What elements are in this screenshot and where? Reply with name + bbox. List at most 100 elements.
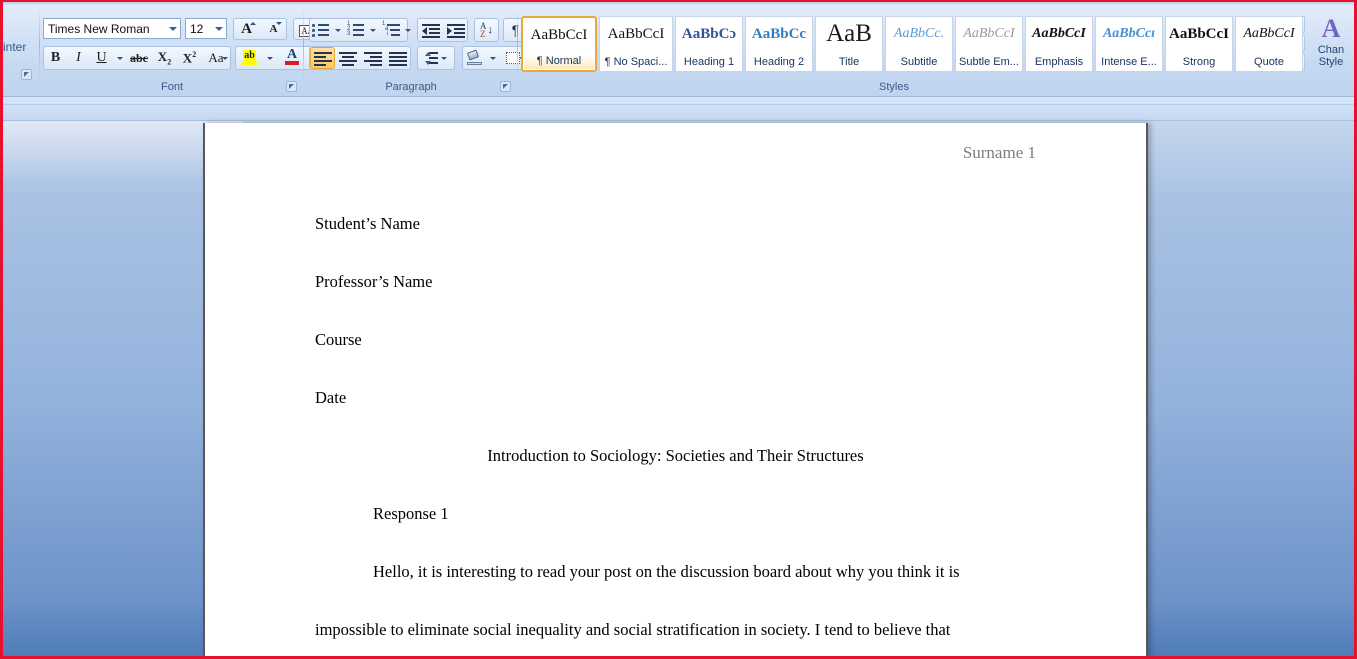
grow-font-button[interactable]: A bbox=[233, 18, 260, 40]
line-spacing-icon bbox=[425, 51, 438, 65]
decrease-indent-button[interactable] bbox=[418, 19, 443, 41]
style-name: Heading 2 bbox=[753, 56, 805, 68]
underline-button[interactable]: U bbox=[90, 47, 113, 69]
paragraph-group: 123 1 a i A Z ↓ ¶ Paragraph bbox=[307, 6, 528, 94]
underline-options-button[interactable] bbox=[113, 47, 126, 69]
chevron-down-icon bbox=[370, 28, 376, 32]
shading-button[interactable] bbox=[463, 47, 487, 69]
multilevel-options-button[interactable] bbox=[402, 19, 414, 41]
document-canvas[interactable]: Surname 1 Student’s Name Professor’s Nam… bbox=[3, 97, 1354, 656]
font-name-combo[interactable]: Times New Roman bbox=[43, 18, 181, 39]
style-item-heading-1[interactable]: AaBbCɔ Heading 1 bbox=[675, 16, 743, 72]
style-item-subtitle[interactable]: AaBbCc. Subtitle bbox=[885, 16, 953, 72]
text-highlight-color-button[interactable]: ab bbox=[236, 47, 263, 69]
multilevel-list-icon: 1 a i bbox=[382, 21, 400, 37]
change-case-button[interactable]: Aa bbox=[202, 47, 230, 69]
doc-line-professor-name: Professor’s Name bbox=[315, 272, 433, 291]
align-center-icon bbox=[338, 51, 357, 66]
font-size-combo[interactable]: 12 bbox=[185, 18, 227, 39]
subscript-button[interactable]: X2 bbox=[152, 47, 177, 69]
style-name: Heading 1 bbox=[683, 56, 735, 68]
style-preview: AaBbCcı bbox=[1102, 26, 1156, 41]
doc-section-heading: Response 1 bbox=[373, 504, 449, 523]
style-item-emphasis[interactable]: AaBbCcI Emphasis bbox=[1025, 16, 1093, 72]
subscript-icon: X2 bbox=[157, 49, 172, 67]
style-preview: AaBbCcI bbox=[607, 25, 665, 42]
style-item-quote[interactable]: AaBbCcI Quote bbox=[1235, 16, 1303, 72]
highlight-color-swatch bbox=[241, 61, 257, 65]
format-painter-label[interactable]: inter bbox=[3, 40, 26, 54]
style-name: ¶ Normal bbox=[536, 55, 582, 67]
increase-indent-button[interactable] bbox=[443, 19, 468, 41]
styles-group: A Chan Style AaBbCcI ¶ Normal AaBbCcI ¶ No … bbox=[521, 6, 1344, 94]
highlighter-icon: ab bbox=[243, 49, 256, 61]
style-name: Strong bbox=[1182, 56, 1216, 68]
shading-options-button[interactable] bbox=[487, 47, 499, 69]
style-item-strong[interactable]: AaBbCcI Strong bbox=[1165, 16, 1233, 72]
align-right-icon bbox=[363, 51, 382, 66]
style-item-subtle-em[interactable]: AaBbCcI Subtle Em... bbox=[955, 16, 1023, 72]
style-preview: AaBbCc bbox=[751, 25, 807, 42]
superscript-icon: X2 bbox=[182, 49, 197, 66]
clipboard-dialog-launcher[interactable] bbox=[21, 69, 32, 80]
style-item-intense-e[interactable]: AaBbCcı Intense E... bbox=[1095, 16, 1163, 72]
italic-icon: I bbox=[76, 50, 81, 65]
document-body[interactable]: Student’s Name Professor’s Name Course D… bbox=[315, 195, 1036, 656]
style-preview: AaB bbox=[826, 21, 872, 47]
highlight-options-button[interactable] bbox=[263, 47, 276, 69]
paragraph-dialog-launcher[interactable] bbox=[500, 81, 511, 92]
strikethrough-icon: abc bbox=[130, 50, 148, 65]
italic-button[interactable]: I bbox=[67, 47, 90, 69]
decrease-indent-icon bbox=[421, 23, 440, 38]
group-separator bbox=[517, 8, 518, 82]
change-styles-icon: A bbox=[1311, 14, 1351, 44]
caret-up-icon bbox=[250, 22, 256, 25]
font-color-button[interactable]: A bbox=[279, 47, 305, 69]
chevron-down-icon bbox=[490, 56, 496, 60]
align-left-button[interactable] bbox=[310, 47, 335, 69]
doc-title: Introduction to Sociology: Societies and… bbox=[487, 446, 864, 465]
change-styles-button[interactable]: A Chan Style bbox=[1311, 14, 1351, 78]
font-dialog-launcher[interactable] bbox=[286, 81, 297, 92]
doc-paragraph-line-2: impossible to eliminate social inequalit… bbox=[315, 620, 951, 639]
numbering-options-button[interactable] bbox=[367, 19, 379, 41]
shrink-font-button[interactable]: A bbox=[260, 18, 287, 40]
style-preview: AaBbCcI bbox=[530, 26, 588, 43]
styles-gallery: A Chan Style AaBbCcI ¶ Normal AaBbCcI ¶ No … bbox=[521, 6, 1344, 78]
paint-bucket-icon bbox=[466, 49, 483, 65]
document-page[interactable]: Surname 1 Student’s Name Professor’s Nam… bbox=[203, 123, 1148, 656]
change-styles-label-line1: Chan bbox=[1317, 44, 1345, 56]
ruler-band bbox=[3, 97, 1354, 121]
style-item-title[interactable]: AaB Title bbox=[815, 16, 883, 72]
style-preview: AaBbCcI bbox=[1243, 26, 1295, 41]
style-name: Quote bbox=[1254, 56, 1284, 68]
style-item-heading-2[interactable]: AaBbCc Heading 2 bbox=[745, 16, 813, 72]
style-item-normal[interactable]: AaBbCcI ¶ Normal bbox=[521, 16, 597, 72]
style-item-no-spaci[interactable]: AaBbCcI ¶ No Spaci... bbox=[599, 16, 673, 72]
style-name: Intense E... bbox=[1101, 56, 1157, 68]
strikethrough-button[interactable]: abc bbox=[126, 47, 152, 69]
doc-line-date: Date bbox=[315, 388, 347, 407]
ribbon-top-edge bbox=[3, 2, 1354, 5]
align-center-button[interactable] bbox=[335, 47, 360, 69]
caret-down-icon bbox=[276, 22, 282, 25]
style-name: Title bbox=[838, 56, 860, 68]
chevron-down-icon bbox=[222, 57, 228, 60]
multilevel-list-button[interactable]: 1 a i bbox=[380, 19, 402, 41]
style-name: Subtitle bbox=[900, 56, 938, 68]
bold-button[interactable]: B bbox=[44, 47, 67, 69]
style-preview: AaBbCcI bbox=[1032, 26, 1086, 41]
numbering-button[interactable]: 123 bbox=[345, 19, 367, 41]
clipboard-group: inter bbox=[3, 6, 39, 94]
chevron-down-icon bbox=[441, 56, 447, 60]
superscript-button[interactable]: X2 bbox=[177, 47, 202, 69]
word-window: inter Times New Roman 12 A A A B I U abc… bbox=[0, 0, 1357, 659]
align-right-button[interactable] bbox=[360, 47, 385, 69]
bullets-button[interactable] bbox=[310, 19, 332, 41]
bullets-options-button[interactable] bbox=[332, 19, 344, 41]
change-styles-label-line2: Style bbox=[1318, 56, 1344, 68]
justify-button[interactable] bbox=[385, 47, 410, 69]
line-spacing-button[interactable] bbox=[417, 46, 455, 70]
sort-button[interactable]: AZ ↓ bbox=[474, 18, 499, 42]
group-separator bbox=[303, 8, 304, 82]
